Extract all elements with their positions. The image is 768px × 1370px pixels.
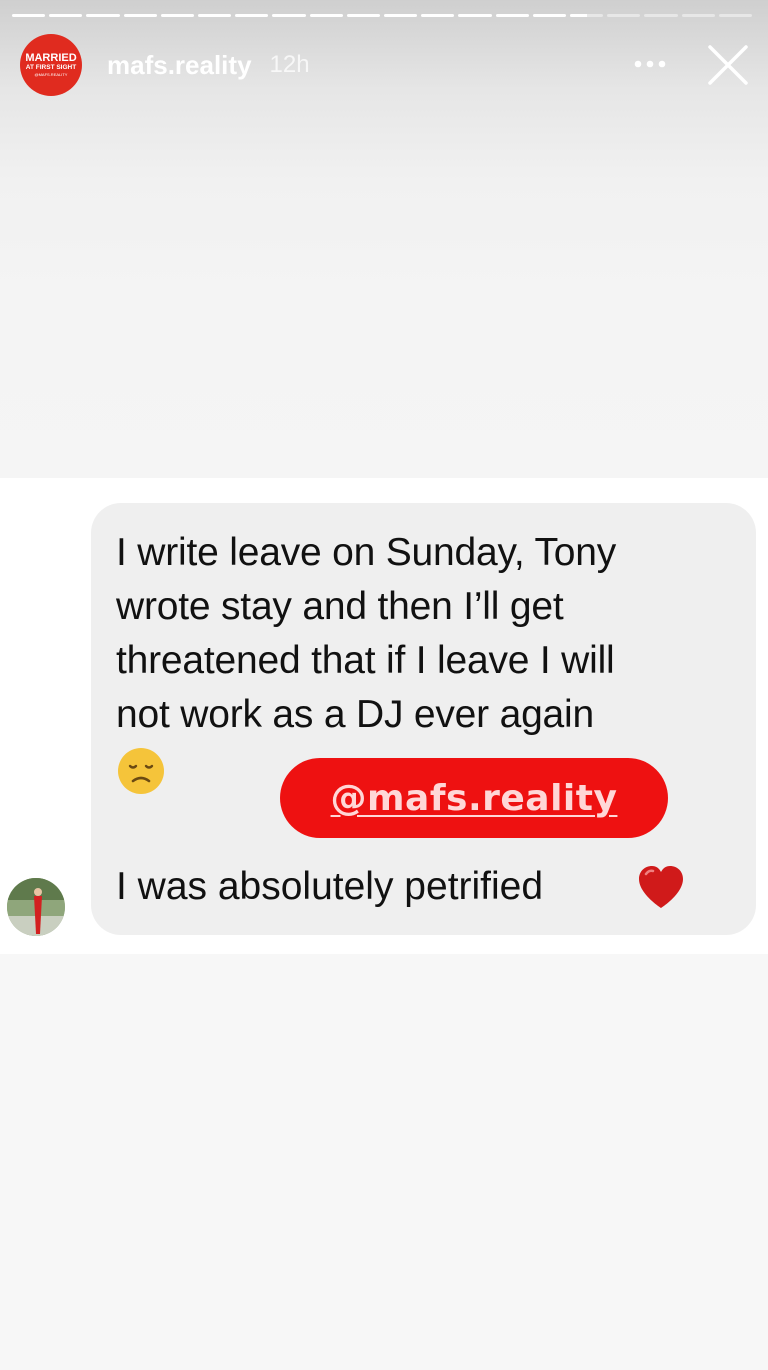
story-progress-bar [12,14,753,18]
progress-segment-fill [123,14,157,17]
more-horizontal-icon [634,60,666,68]
account-username[interactable]: mafs.reality [107,50,252,81]
progress-segment [160,14,195,17]
progress-segment [235,14,269,17]
progress-segment-fill [160,14,195,17]
progress-segment-fill [86,14,120,17]
progress-segment-fill [198,14,232,17]
progress-segment [607,14,641,17]
progress-segment-fill [421,14,455,17]
progress-segment [272,14,306,17]
progress-segment-fill [458,14,492,17]
progress-segment [532,14,567,17]
progress-segment [123,14,157,17]
more-options-button[interactable] [633,47,667,81]
progress-segment-fill [12,14,46,17]
message-text: I write leave on Sunday, Tony wrote stay… [116,526,736,742]
progress-segment [384,14,418,17]
red-heart-icon [639,866,683,908]
progress-segment [570,14,604,17]
progress-segment [458,14,492,17]
story-timestamp: 12h [269,51,310,78]
logo-text-first-sight: AT FIRST SIGHT [25,64,77,72]
message-line: not work as a DJ ever again [116,693,595,736]
close-button[interactable] [706,43,750,87]
progress-segment-fill [384,14,418,17]
account-avatar[interactable]: MARRIED AT FIRST SIGHT @MAFS.REALITY [20,34,82,96]
progress-segment [644,14,678,17]
progress-segment-fill [346,14,381,17]
progress-segment-fill [570,14,587,17]
sender-avatar [7,878,65,936]
progress-segment-fill [495,14,529,17]
message-last-line: I was absolutely petrified [116,865,544,908]
message-line: threatened that if I leave I will [116,639,615,682]
progress-segment [421,14,455,17]
message-line: I write leave on Sunday, Tony [116,531,617,574]
progress-segment-fill [49,14,83,17]
progress-segment-fill [532,14,567,17]
close-icon [708,45,748,85]
progress-segment [681,14,715,17]
progress-segment-fill [272,14,306,17]
message-line: wrote stay and then I’ll get [116,585,564,628]
progress-segment [86,14,120,17]
progress-segment-fill [235,14,269,17]
progress-segment-fill [309,14,343,17]
progress-segment [12,14,46,17]
progress-segment [495,14,529,17]
progress-segment [718,14,753,17]
logo-text-married: MARRIED [25,52,77,65]
mention-sticker[interactable]: @mafs.reality [280,758,668,838]
logo-text-handle: @MAFS.REALITY [34,71,68,77]
progress-segment [198,14,232,17]
progress-segment [49,14,83,17]
progress-segment [309,14,343,17]
story-header: MARRIED AT FIRST SIGHT @MAFS.REALITY maf… [20,33,756,97]
disappointed-face-icon [118,748,164,794]
mention-sticker-label: @mafs.reality [330,777,618,819]
progress-segment [346,14,381,17]
